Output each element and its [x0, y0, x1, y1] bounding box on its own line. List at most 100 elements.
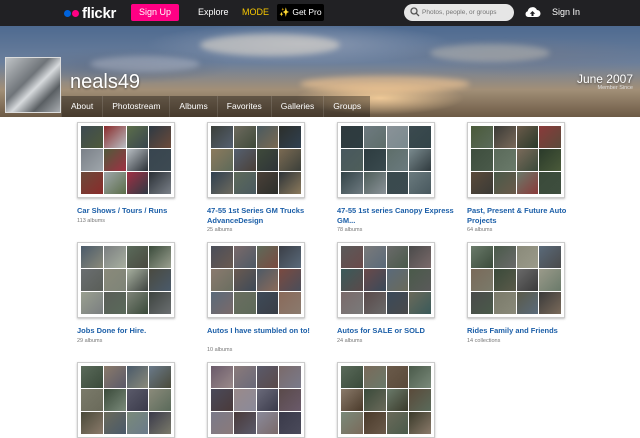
flickr-logo[interactable]: flickr — [64, 4, 116, 22]
collection-thumbnail[interactable] — [467, 122, 565, 198]
collection-photo-tile — [233, 126, 256, 148]
collection-photo-tile — [471, 246, 493, 268]
collection-photo-tile — [516, 246, 539, 268]
collection-photo-tile — [149, 149, 171, 171]
collection-photo-tile — [256, 366, 279, 388]
signin-link[interactable]: Sign In — [552, 7, 580, 17]
tab-galleries[interactable]: Galleries — [270, 96, 324, 117]
collection-photo-tile — [126, 366, 149, 388]
top-nav: flickr Sign Up Explore MODE ✨ Get Pro Si… — [0, 0, 640, 26]
collection-thumbnail[interactable] — [77, 362, 175, 438]
collection-count: 78 albums — [337, 227, 363, 233]
collection-photo-tile — [256, 149, 279, 171]
collection-photo-tile — [341, 412, 363, 434]
collection-title[interactable]: Jobs Done for Hire. — [77, 326, 205, 336]
collection-photo-tile — [256, 292, 279, 314]
tab-photostream[interactable]: Photostream — [102, 96, 170, 117]
collection-photo-tile — [363, 292, 386, 314]
collection-title[interactable]: 47-55 1st series Canopy Express GM... — [337, 206, 465, 225]
collection-photo-tile — [256, 389, 279, 411]
collection-photo-tile — [386, 292, 409, 314]
collection-thumbnail[interactable] — [467, 242, 565, 318]
collection-photo-tile — [341, 126, 363, 148]
collection-thumbnail[interactable] — [77, 242, 175, 318]
tab-albums[interactable]: Albums — [169, 96, 217, 117]
collection-thumbnail[interactable] — [207, 242, 305, 318]
collection-photo-tile — [126, 246, 149, 268]
collection-photo-tile — [233, 292, 256, 314]
collection-photo-tile — [341, 149, 363, 171]
collection-photo-tile — [341, 172, 363, 194]
joined-date: June 2007 — [576, 72, 633, 86]
collection-photo-tile — [126, 269, 149, 291]
collection-count: 113 albums — [77, 218, 106, 224]
collection-photo-tile — [103, 126, 126, 148]
collection-photo-tile — [233, 172, 256, 194]
collection-photo-tile — [386, 269, 409, 291]
collection-photo-tile — [539, 126, 561, 148]
collection-photo-tile — [363, 126, 386, 148]
upload-cloud-icon[interactable] — [524, 5, 541, 20]
tab-favorites[interactable]: Favorites — [216, 96, 271, 117]
collection-title[interactable]: 47-55 1st Series GM Trucks AdvanceDesign — [207, 206, 335, 225]
collection-thumbnail[interactable] — [337, 242, 435, 318]
signup-button[interactable]: Sign Up — [131, 4, 179, 21]
collection-photo-tile — [493, 172, 516, 194]
collection-count: 10 albums — [207, 347, 233, 353]
avatar[interactable] — [5, 57, 61, 113]
collection-photo-tile — [126, 149, 149, 171]
collection-photo-tile — [233, 366, 256, 388]
get-pro-button[interactable]: ✨ Get Pro — [277, 4, 324, 21]
collection-photo-tile — [103, 292, 126, 314]
collection-photo-tile — [409, 389, 431, 411]
collection-photo-tile — [211, 389, 233, 411]
collection-thumbnail[interactable] — [207, 362, 305, 438]
collection-title[interactable]: Car Shows / Tours / Runs — [77, 206, 205, 216]
collection-photo-tile — [103, 366, 126, 388]
collection-photo-tile — [211, 172, 233, 194]
collection-photo-tile — [233, 412, 256, 434]
collection-thumbnail[interactable] — [77, 122, 175, 198]
collection-title[interactable]: Rides Family and Friends — [467, 326, 595, 336]
collection-photo-tile — [211, 412, 233, 434]
collection-photo-tile — [471, 149, 493, 171]
collection-photo-tile — [103, 172, 126, 194]
username: neals49 — [70, 71, 141, 93]
collection-photo-tile — [81, 292, 103, 314]
explore-link[interactable]: Explore — [198, 7, 229, 17]
collection-photo-tile — [493, 126, 516, 148]
logo-blue-dot — [64, 9, 71, 17]
tab-groups[interactable]: Groups — [323, 96, 371, 117]
collection-photo-tile — [149, 269, 171, 291]
collection-photo-tile — [211, 292, 233, 314]
collection-photo-tile — [409, 126, 431, 148]
mode-link[interactable]: MODE — [242, 7, 269, 17]
collection-thumbnail[interactable] — [207, 122, 305, 198]
collection-photo-tile — [211, 269, 233, 291]
collection-thumbnail[interactable] — [337, 362, 435, 438]
search-box[interactable] — [404, 4, 514, 21]
collection-photo-tile — [279, 172, 301, 194]
collection-photo-tile — [409, 172, 431, 194]
collection-photo-tile — [103, 269, 126, 291]
collection-photo-tile — [279, 412, 301, 434]
joined-label: Member Since — [597, 85, 633, 91]
collection-photo-tile — [516, 292, 539, 314]
logo-pink-dot — [72, 9, 79, 17]
collection-photo-tile — [256, 246, 279, 268]
collection-photo-tile — [363, 246, 386, 268]
collection-photo-tile — [81, 172, 103, 194]
collection-photo-tile — [386, 412, 409, 434]
tab-about[interactable]: About — [61, 96, 103, 117]
search-input[interactable] — [422, 6, 510, 19]
collection-photo-tile — [409, 366, 431, 388]
collection-photo-tile — [256, 269, 279, 291]
collection-photo-tile — [103, 412, 126, 434]
collection-photo-tile — [471, 292, 493, 314]
collection-thumbnail[interactable] — [337, 122, 435, 198]
collection-title[interactable]: Autos for SALE or SOLD — [337, 326, 465, 336]
collection-title[interactable]: Autos I have stumbled on to! — [207, 326, 335, 336]
collection-title[interactable]: Past, Present & Future Auto Projects — [467, 206, 595, 225]
collection-photo-tile — [126, 292, 149, 314]
collection-photo-tile — [233, 149, 256, 171]
